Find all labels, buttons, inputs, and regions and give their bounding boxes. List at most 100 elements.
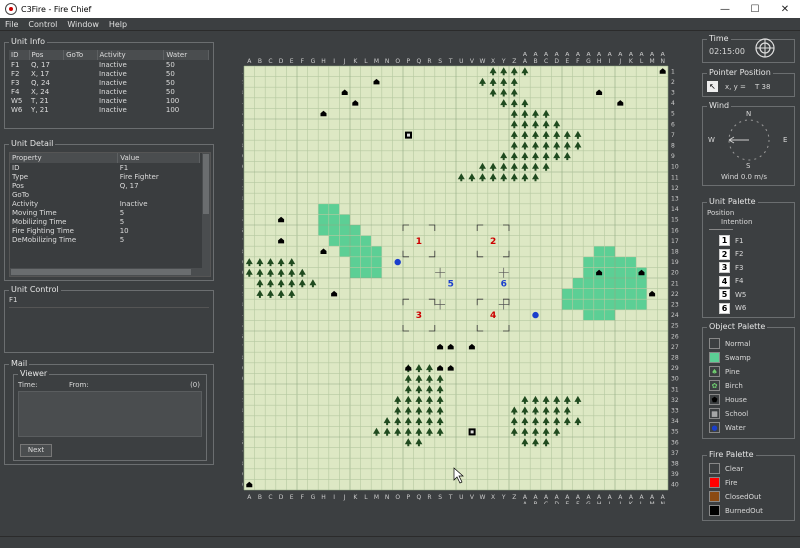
minimize-button[interactable]: — <box>710 4 740 15</box>
table-row[interactable]: Pos Q, 17 <box>10 181 200 190</box>
swamp-cell <box>328 203 340 215</box>
row-label: 36 <box>242 439 243 446</box>
object-palette-item[interactable]: Swamp <box>709 352 751 363</box>
table-row[interactable]: F4 X, 24 Inactive 50 <box>9 87 209 96</box>
fire-palette-item[interactable]: Fire <box>709 477 738 488</box>
table-row[interactable]: Activity Inactive <box>10 199 200 208</box>
row-label: 20 <box>242 270 243 277</box>
unit-info-header[interactable]: Activity <box>97 50 165 60</box>
object-palette-item[interactable]: ♠ Pine <box>709 366 740 377</box>
close-button[interactable]: ✕ <box>770 4 800 15</box>
row-label: 37 <box>242 450 243 457</box>
object-palette-item[interactable]: ● Water <box>709 422 746 433</box>
fire-palette-item[interactable]: Clear <box>709 463 743 474</box>
swamp-cell <box>572 299 584 310</box>
wind-s-label: S <box>746 162 751 170</box>
vertical-scrollbar[interactable] <box>202 153 210 268</box>
row-label: 38 <box>671 461 679 468</box>
table-row[interactable]: ID F1 <box>10 163 200 172</box>
row-label: 37 <box>671 450 679 457</box>
unit-marker[interactable]: 5 <box>448 279 454 289</box>
fire-palette-label: ClosedOut <box>725 492 762 501</box>
column-label: K <box>353 58 358 65</box>
table-row[interactable]: Moving Time 5 <box>10 208 200 217</box>
column-label: E <box>565 501 569 504</box>
unit-info-header[interactable]: ID <box>9 50 30 60</box>
object-palette-label: Pine <box>725 367 740 376</box>
table-row[interactable]: W5 T, 21 Inactive 100 <box>9 96 209 105</box>
table-row[interactable]: Mobilizing Time 5 <box>10 217 200 226</box>
next-button[interactable]: Next <box>20 444 52 457</box>
unit-info-header[interactable]: GoTo <box>63 50 98 60</box>
table-row[interactable]: DeMobilizing Time 5 <box>10 235 200 244</box>
row-label: 8 <box>671 143 675 150</box>
unit-palette-item[interactable]: 4 F4 <box>719 275 743 287</box>
column-label: F <box>576 501 580 504</box>
unit-palette-item[interactable]: 3 F3 <box>719 262 743 273</box>
object-palette-item[interactable]: ⬟ House <box>709 394 747 405</box>
table-cell <box>64 105 97 114</box>
unit-detail-header[interactable]: Value <box>117 153 200 163</box>
unit-detail-header[interactable]: Property <box>10 153 119 163</box>
table-cell: W6 <box>11 105 23 114</box>
menu-control[interactable]: Control <box>23 20 62 29</box>
column-label: J <box>343 58 346 65</box>
unit-marker[interactable]: 6 <box>501 279 507 289</box>
row-label: 9 <box>242 153 243 160</box>
unit-marker[interactable]: 4 <box>490 311 496 321</box>
unit-palette-item[interactable]: 6 W6 <box>719 302 746 314</box>
mail-from-label: From: <box>69 381 89 389</box>
row-label: 22 <box>242 291 243 298</box>
unit-marker[interactable]: 1 <box>416 237 422 247</box>
mail-message-area[interactable] <box>18 391 202 437</box>
column-label: A <box>544 494 549 501</box>
menu-file[interactable]: File <box>0 20 23 29</box>
unit-info-header[interactable]: Water <box>163 50 209 60</box>
menu-window[interactable]: Window <box>62 20 104 29</box>
maximize-button[interactable]: ☐ <box>740 4 770 15</box>
row-label: 21 <box>242 280 243 287</box>
unit-info-header[interactable]: Pos <box>29 50 65 60</box>
window-title: C3Fire - Fire Chief <box>21 4 92 14</box>
school-window <box>407 133 410 137</box>
fire-palette-item[interactable]: BurnedOut <box>709 505 763 516</box>
row-label: 29 <box>671 365 679 372</box>
swamp-cell <box>615 299 626 310</box>
object-palette-item[interactable]: Normal <box>709 338 750 349</box>
table-row[interactable]: F2 X, 17 Inactive 50 <box>9 69 209 78</box>
fire-map[interactable]: AABBCCDDEEFFGGHHIIJJKKLLMMNNOOPPQQRRSSTT… <box>242 52 680 504</box>
column-label: M <box>374 494 379 501</box>
swamp-cell <box>371 267 382 278</box>
row-label: 5 <box>242 111 243 118</box>
map-grid[interactable]: AABBCCDDEEFFGGHHIIJJKKLLMMNNOOPPQQRRSSTT… <box>242 52 680 504</box>
unit-number-icon: 3 <box>719 262 730 273</box>
table-row[interactable]: GoTo <box>10 190 200 199</box>
row-label: 35 <box>671 429 679 436</box>
table-row[interactable]: F3 Q, 24 Inactive 50 <box>9 78 209 87</box>
table-row[interactable]: Fire Fighting Time 10 <box>10 226 200 235</box>
unit-palette-item[interactable]: 1 F1 <box>719 235 743 246</box>
unit-palette-item[interactable]: 5 W5 <box>719 289 746 300</box>
table-row[interactable]: F1 Q, 17 Inactive 50 <box>9 60 209 69</box>
table-row[interactable]: Type Fire Fighter <box>10 172 200 181</box>
object-palette-item[interactable]: ✿ Birch <box>709 380 743 391</box>
table-row[interactable]: W6 Y, 21 Inactive 100 <box>9 105 209 114</box>
table-cell <box>64 78 97 87</box>
horizontal-scrollbar[interactable] <box>10 268 210 276</box>
row-label: 21 <box>671 280 679 287</box>
table-cell: Inactive <box>99 78 127 87</box>
unit-marker[interactable]: 3 <box>416 311 422 321</box>
row-label: 39 <box>242 471 243 478</box>
column-label: E <box>290 58 294 65</box>
unit-palette-item[interactable]: 2 F2 <box>719 248 743 260</box>
unit-marker[interactable]: 2 <box>490 237 496 247</box>
column-label: Y <box>501 494 506 501</box>
menu-help[interactable]: Help <box>104 20 132 29</box>
row-label: 30 <box>671 376 679 383</box>
unit-control-value[interactable]: F1 <box>9 296 17 304</box>
wind-w-label: W <box>708 136 715 144</box>
column-label: L <box>364 58 368 65</box>
object-palette-item[interactable]: ▦ School <box>709 408 748 419</box>
fire-palette-item[interactable]: ClosedOut <box>709 491 761 502</box>
swamp-cell <box>328 225 340 236</box>
